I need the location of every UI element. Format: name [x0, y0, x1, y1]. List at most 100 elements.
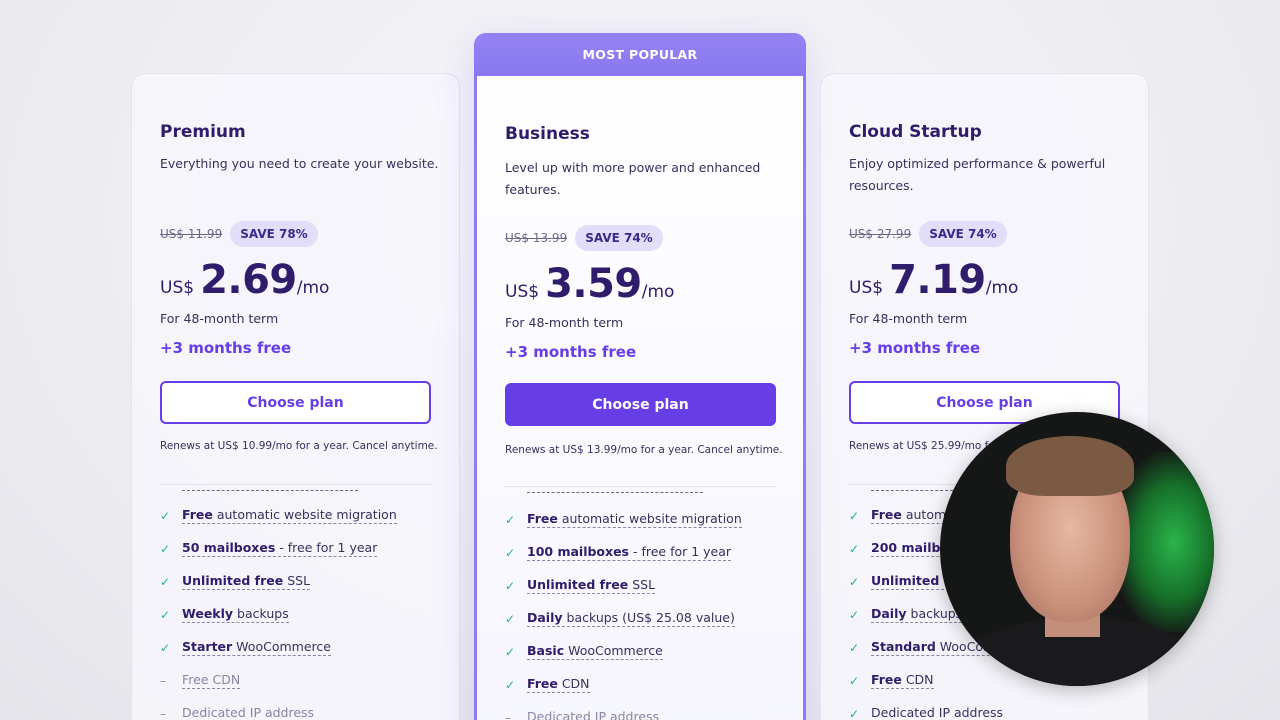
feature-item: ✓ Starter WooCommerce [160, 639, 331, 656]
check-icon: ✓ [849, 640, 860, 655]
currency: US$ [160, 278, 195, 298]
price: US$ 7.19 /mo [849, 257, 1018, 303]
price-period: /mo [641, 282, 675, 302]
most-popular-ribbon: MOST POPULAR [474, 33, 806, 76]
plan-description: Level up with more power and enhanced fe… [505, 160, 761, 197]
feature-highlight: 50 mailboxes [182, 540, 276, 555]
feature-highlight: Free [527, 676, 558, 691]
dash-icon: – [160, 706, 166, 720]
feature-highlight: Daily [871, 606, 907, 621]
feature-item: – Dedicated IP address [160, 705, 314, 720]
feature-text[interactable]: Unlimited free SSL [527, 577, 656, 594]
feature-highlight: Basic [527, 643, 565, 658]
feature-text[interactable]: 50 mailboxes - free for 1 year [182, 540, 378, 557]
feature-separator [527, 492, 703, 493]
save-badge: SAVE 78% [230, 221, 318, 247]
divider [160, 484, 431, 485]
feature-item: ✓ Daily backups [849, 606, 963, 623]
save-badge: SAVE 74% [575, 225, 663, 251]
check-icon: ✓ [505, 644, 516, 659]
plan-card-premium: Premium Everything you need to create yo… [131, 73, 460, 720]
price-amount: 2.69 [200, 257, 297, 303]
price: US$ 3.59 /mo [505, 261, 674, 307]
plan-name: Cloud Startup [849, 122, 982, 142]
check-icon: ✓ [160, 574, 171, 589]
plan-card-business: MOST POPULAR Business Level up with more… [474, 33, 806, 720]
feature-text[interactable]: 100 mailboxes - free for 1 year [527, 544, 732, 561]
renew-text: Renews at US$ 10.99/mo for a year. Cance… [160, 440, 438, 452]
feature-item: ✓ Weekly backups [160, 606, 289, 623]
feature-item: ✓ Basic WooCommerce [505, 643, 663, 660]
price: US$ 2.69 /mo [160, 257, 329, 303]
divider [505, 486, 776, 487]
currency: US$ [849, 278, 884, 298]
discount-row: US$ 13.99 SAVE 74% [505, 225, 663, 251]
feature-text[interactable]: Free CDN [871, 672, 934, 689]
bonus-text: +3 months free [160, 339, 292, 357]
currency: US$ [505, 282, 540, 302]
feature-text[interactable]: Free automatic website migration [182, 507, 397, 524]
feature-item: ✓ Daily backups (US$ 25.08 value) [505, 610, 735, 627]
feature-text[interactable]: Free automatic website migration [527, 511, 742, 528]
feature-text[interactable]: Free CDN [182, 672, 241, 689]
old-price: US$ 27.99 [849, 227, 912, 241]
discount-row: US$ 11.99 SAVE 78% [160, 221, 318, 247]
feature-item: ✓ Free CDN [849, 672, 934, 689]
feature-highlight: Unlimited free [182, 573, 284, 588]
feature-text[interactable]: Basic WooCommerce [527, 643, 663, 660]
check-icon: ✓ [160, 640, 171, 655]
feature-item: ✓ 100 mailboxes - free for 1 year [505, 544, 732, 561]
check-icon: ✓ [505, 578, 516, 593]
presenter-webcam [940, 412, 1214, 686]
feature-highlight: Standard [871, 639, 936, 654]
feature-text[interactable]: Starter WooCommerce [182, 639, 331, 656]
price-period: /mo [985, 278, 1019, 298]
feature-highlight: Starter [182, 639, 233, 654]
feature-highlight: Unlimited free [527, 577, 629, 592]
check-icon: ✓ [849, 508, 860, 523]
feature-item: ✓ Free CDN [505, 676, 590, 693]
dash-icon: – [505, 710, 511, 720]
feature-separator [182, 490, 358, 491]
feature-text[interactable]: Daily backups [871, 606, 963, 623]
feature-text[interactable]: Dedicated IP address [871, 705, 1003, 720]
term-text: For 48-month term [160, 311, 279, 326]
feature-highlight: Daily [527, 610, 563, 625]
feature-item: ✓ Dedicated IP address [849, 705, 1003, 720]
dash-icon: – [160, 673, 166, 688]
choose-plan-button[interactable]: Choose plan [160, 381, 431, 424]
bonus-text: +3 months free [849, 339, 981, 357]
feature-highlight: Weekly [182, 606, 234, 621]
check-icon: ✓ [160, 508, 171, 523]
check-icon: ✓ [849, 607, 860, 622]
feature-item: ✓ Unlimited free SSL [160, 573, 311, 590]
feature-item: ✓ 50 mailboxes - free for 1 year [160, 540, 378, 557]
feature-item: ✓ Free automatic website migration [505, 511, 742, 528]
feature-highlight: Free [871, 672, 902, 687]
feature-text[interactable]: Free CDN [527, 676, 590, 693]
plan-description: Enjoy optimized performance & powerful r… [849, 156, 1106, 193]
feature-highlight: Free [527, 511, 558, 526]
feature-item: ✓ Free automatic website migration [160, 507, 397, 524]
check-icon: ✓ [160, 607, 171, 622]
presenter-hair [1006, 436, 1134, 496]
feature-text[interactable]: Daily backups (US$ 25.08 value) [527, 610, 735, 627]
price-amount: 7.19 [889, 257, 986, 303]
discount-row: US$ 27.99 SAVE 74% [849, 221, 1007, 247]
feature-text[interactable]: Dedicated IP address [182, 705, 314, 720]
feature-text[interactable]: Unlimited free SSL [182, 573, 311, 590]
choose-plan-button[interactable]: Choose plan [505, 383, 776, 426]
price-period: /mo [296, 278, 330, 298]
save-badge: SAVE 74% [919, 221, 1007, 247]
feature-text[interactable]: Dedicated IP address [527, 709, 659, 720]
term-text: For 48-month term [505, 315, 624, 330]
check-icon: ✓ [849, 541, 860, 556]
feature-highlight: 100 mailboxes [527, 544, 629, 559]
plan-name: Premium [160, 122, 246, 142]
price-amount: 3.59 [545, 261, 642, 307]
feature-text[interactable]: Weekly backups [182, 606, 289, 623]
check-icon: ✓ [505, 611, 516, 626]
feature-item: – Dedicated IP address [505, 709, 659, 720]
feature-item: – Free CDN [160, 672, 241, 689]
check-icon: ✓ [160, 541, 171, 556]
